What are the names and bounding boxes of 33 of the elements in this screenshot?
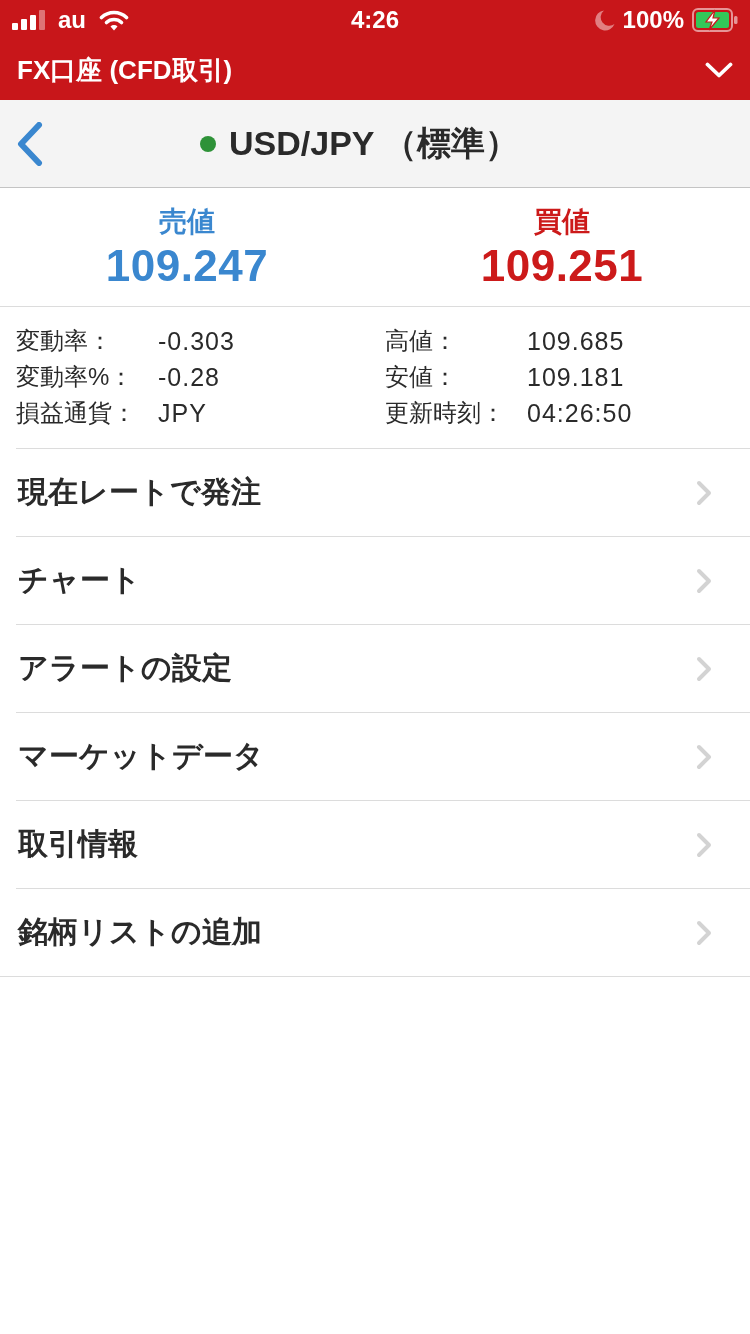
chevron-right-icon — [696, 655, 712, 682]
stat-label: 更新時刻： — [385, 398, 506, 428]
back-icon — [17, 121, 43, 166]
status-dot-icon — [200, 135, 216, 152]
chevron-right-icon — [696, 743, 712, 770]
chevron-right-icon — [696, 567, 712, 594]
app-title: FX口座 (CFD取引) — [17, 53, 233, 87]
instrument-title: USD/JPY （標準） — [229, 122, 520, 164]
chevron-right-icon — [696, 919, 712, 946]
chevron-right-icon — [696, 479, 712, 506]
stat-value: 04:26:50 — [527, 398, 634, 428]
wifi-icon — [99, 9, 129, 31]
stat-label: 高値： — [385, 326, 458, 356]
stat-label: 変動率： — [16, 326, 113, 356]
clock-time: 4:26 — [350, 8, 399, 32]
quote-label: 買値 — [534, 205, 590, 239]
stat-label: 変動率%： — [16, 362, 135, 392]
signal-icon — [12, 10, 45, 30]
stat-value: 109.685 — [527, 326, 626, 356]
quote-label: 売値 — [159, 205, 215, 239]
stat-value: 109.181 — [527, 362, 626, 392]
moon-icon — [594, 9, 615, 31]
carrier-name: au — [58, 8, 86, 32]
quote-price: 109.247 — [105, 241, 269, 291]
chevron-right-icon — [696, 831, 712, 858]
battery-percent: 100% — [622, 8, 684, 32]
quote-price: 109.251 — [480, 241, 644, 291]
stat-value: JPY — [158, 398, 208, 428]
stat-label: 安値： — [385, 362, 458, 392]
chevron-down-icon — [705, 62, 733, 78]
stat-value: -0.28 — [158, 362, 221, 392]
stat-label: 損益通貨： — [16, 398, 137, 428]
stat-value: -0.303 — [158, 326, 236, 356]
